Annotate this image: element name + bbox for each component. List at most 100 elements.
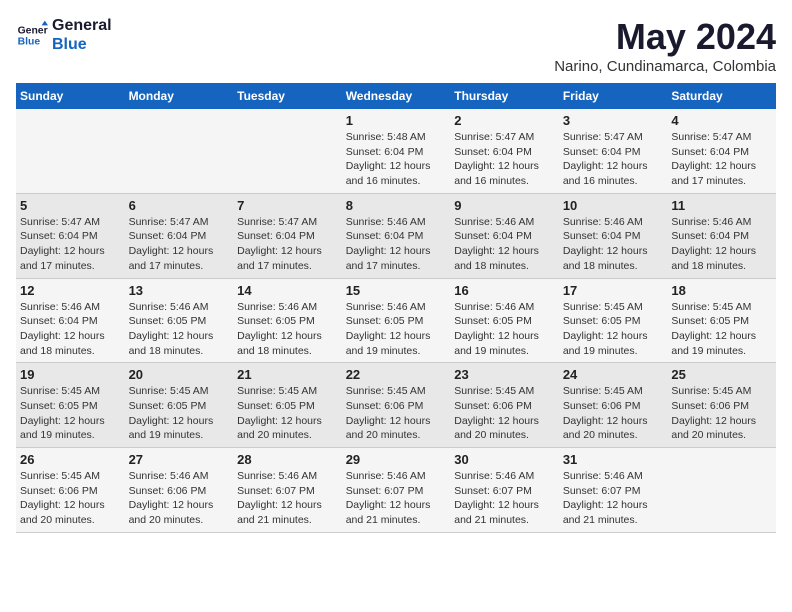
calendar-cell (125, 109, 234, 193)
week-row-2: 5 Sunrise: 5:47 AMSunset: 6:04 PMDaylight… (16, 193, 776, 278)
calendar-cell: 10 Sunrise: 5:46 AMSunset: 6:04 PMDayligh… (559, 193, 668, 278)
day-number: 18 (671, 283, 772, 298)
calendar-cell: 14 Sunrise: 5:46 AMSunset: 6:05 PMDayligh… (233, 278, 342, 363)
week-row-5: 26 Sunrise: 5:45 AMSunset: 6:06 PMDayligh… (16, 448, 776, 533)
calendar-cell: 9Sunrise: 5:46 AMSunset: 6:04 PMDaylight… (450, 193, 559, 278)
day-number: 28 (237, 452, 338, 467)
day-info: Sunrise: 5:45 AMSunset: 6:06 PMDaylight:… (563, 384, 664, 443)
week-row-3: 12Sunrise: 5:46 AMSunset: 6:04 PMDayligh… (16, 278, 776, 363)
calendar-cell (16, 109, 125, 193)
day-number: 10 (563, 198, 664, 213)
day-info: Sunrise: 5:47 AMSunset: 6:04 PMDaylight:… (237, 215, 338, 274)
calendar-cell: 1Sunrise: 5:48 AMSunset: 6:04 PMDaylight… (342, 109, 451, 193)
day-info: Sunrise: 5:45 AMSunset: 6:05 PMDaylight:… (671, 300, 772, 359)
calendar-cell: 20 Sunrise: 5:45 AMSunset: 6:05 PMDayligh… (125, 363, 234, 448)
day-number: 27 (129, 452, 230, 467)
day-info: Sunrise: 5:45 AMSunset: 6:06 PMDaylight:… (346, 384, 447, 443)
calendar-cell: 24Sunrise: 5:45 AMSunset: 6:06 PMDayligh… (559, 363, 668, 448)
day-info: Sunrise: 5:45 AMSunset: 6:05 PMDaylight:… (237, 384, 338, 443)
calendar-cell: 21 Sunrise: 5:45 AMSunset: 6:05 PMDayligh… (233, 363, 342, 448)
day-number: 25 (671, 367, 772, 382)
day-number: 6 (129, 198, 230, 213)
day-info: Sunrise: 5:46 AMSunset: 6:05 PMDaylight:… (454, 300, 555, 359)
day-number: 13 (129, 283, 230, 298)
day-info: Sunrise: 5:46 AMSunset: 6:04 PMDaylight:… (346, 215, 447, 274)
calendar-cell: 25 Sunrise: 5:45 AMSunset: 6:06 PMDayligh… (667, 363, 776, 448)
weekday-header-monday: Monday (125, 83, 234, 109)
day-number: 14 (237, 283, 338, 298)
weekday-header-tuesday: Tuesday (233, 83, 342, 109)
title-block: May 2024 Narino, Cundinamarca, Colombia (554, 16, 776, 75)
main-title: May 2024 (554, 16, 776, 58)
logo-line1: General (52, 16, 112, 35)
day-info: Sunrise: 5:45 AMSunset: 6:06 PMDaylight:… (671, 384, 772, 443)
calendar-cell: 13 Sunrise: 5:46 AMSunset: 6:05 PMDayligh… (125, 278, 234, 363)
week-row-1: 1Sunrise: 5:48 AMSunset: 6:04 PMDaylight… (16, 109, 776, 193)
calendar-cell: 23Sunrise: 5:45 AMSunset: 6:06 PMDayligh… (450, 363, 559, 448)
calendar-cell (667, 448, 776, 533)
day-info: Sunrise: 5:46 AMSunset: 6:07 PMDaylight:… (454, 469, 555, 528)
calendar-cell: 19Sunrise: 5:45 AMSunset: 6:05 PMDayligh… (16, 363, 125, 448)
weekday-header-saturday: Saturday (667, 83, 776, 109)
day-number: 21 (237, 367, 338, 382)
calendar-cell: 12Sunrise: 5:46 AMSunset: 6:04 PMDayligh… (16, 278, 125, 363)
day-number: 15 (346, 283, 447, 298)
day-info: Sunrise: 5:46 AMSunset: 6:05 PMDaylight:… (129, 300, 230, 359)
day-info: Sunrise: 5:46 AMSunset: 6:05 PMDaylight:… (237, 300, 338, 359)
day-info: Sunrise: 5:48 AMSunset: 6:04 PMDaylight:… (346, 130, 447, 189)
day-number: 5 (20, 198, 121, 213)
calendar-cell: 15 Sunrise: 5:46 AMSunset: 6:05 PMDayligh… (342, 278, 451, 363)
day-number: 2 (454, 113, 555, 128)
day-info: Sunrise: 5:47 AMSunset: 6:04 PMDaylight:… (20, 215, 121, 274)
calendar-cell: 8Sunrise: 5:46 AMSunset: 6:04 PMDaylight… (342, 193, 451, 278)
calendar-cell: 5 Sunrise: 5:47 AMSunset: 6:04 PMDaylight… (16, 193, 125, 278)
calendar-table: SundayMondayTuesdayWednesdayThursdayFrid… (16, 83, 776, 533)
day-info: Sunrise: 5:47 AMSunset: 6:04 PMDaylight:… (671, 130, 772, 189)
day-number: 31 (563, 452, 664, 467)
calendar-cell: 16 Sunrise: 5:46 AMSunset: 6:05 PMDayligh… (450, 278, 559, 363)
day-info: Sunrise: 5:46 AMSunset: 6:07 PMDaylight:… (563, 469, 664, 528)
day-info: Sunrise: 5:46 AMSunset: 6:07 PMDaylight:… (237, 469, 338, 528)
weekday-header-sunday: Sunday (16, 83, 125, 109)
day-number: 29 (346, 452, 447, 467)
day-number: 4 (671, 113, 772, 128)
day-info: Sunrise: 5:46 AMSunset: 6:04 PMDaylight:… (563, 215, 664, 274)
day-number: 26 (20, 452, 121, 467)
logo: General Blue General Blue (16, 16, 112, 54)
day-info: Sunrise: 5:45 AMSunset: 6:06 PMDaylight:… (20, 469, 121, 528)
weekday-header-friday: Friday (559, 83, 668, 109)
calendar-cell: 28 Sunrise: 5:46 AMSunset: 6:07 PMDayligh… (233, 448, 342, 533)
day-number: 7 (237, 198, 338, 213)
day-number: 3 (563, 113, 664, 128)
svg-text:General: General (18, 26, 48, 37)
calendar-cell: 22Sunrise: 5:45 AMSunset: 6:06 PMDayligh… (342, 363, 451, 448)
day-number: 30 (454, 452, 555, 467)
day-info: Sunrise: 5:46 AMSunset: 6:04 PMDaylight:… (671, 215, 772, 274)
calendar-cell: 7 Sunrise: 5:47 AMSunset: 6:04 PMDaylight… (233, 193, 342, 278)
calendar-cell: 3 Sunrise: 5:47 AMSunset: 6:04 PMDaylight… (559, 109, 668, 193)
day-info: Sunrise: 5:47 AMSunset: 6:04 PMDaylight:… (454, 130, 555, 189)
day-number: 12 (20, 283, 121, 298)
calendar-cell: 18 Sunrise: 5:45 AMSunset: 6:05 PMDayligh… (667, 278, 776, 363)
calendar-cell: 6 Sunrise: 5:47 AMSunset: 6:04 PMDaylight… (125, 193, 234, 278)
day-info: Sunrise: 5:45 AMSunset: 6:05 PMDaylight:… (129, 384, 230, 443)
calendar-cell: 31 Sunrise: 5:46 AMSunset: 6:07 PMDayligh… (559, 448, 668, 533)
day-number: 19 (20, 367, 121, 382)
day-info: Sunrise: 5:47 AMSunset: 6:04 PMDaylight:… (563, 130, 664, 189)
calendar-cell: 30 Sunrise: 5:46 AMSunset: 6:07 PMDayligh… (450, 448, 559, 533)
calendar-cell: 4 Sunrise: 5:47 AMSunset: 6:04 PMDaylight… (667, 109, 776, 193)
calendar-cell: 17Sunrise: 5:45 AMSunset: 6:05 PMDayligh… (559, 278, 668, 363)
day-number: 23 (454, 367, 555, 382)
day-number: 20 (129, 367, 230, 382)
day-info: Sunrise: 5:46 AMSunset: 6:05 PMDaylight:… (346, 300, 447, 359)
day-number: 16 (454, 283, 555, 298)
day-info: Sunrise: 5:47 AMSunset: 6:04 PMDaylight:… (129, 215, 230, 274)
calendar-cell: 29Sunrise: 5:46 AMSunset: 6:07 PMDayligh… (342, 448, 451, 533)
calendar-cell: 26 Sunrise: 5:45 AMSunset: 6:06 PMDayligh… (16, 448, 125, 533)
weekday-header-wednesday: Wednesday (342, 83, 451, 109)
day-info: Sunrise: 5:46 AMSunset: 6:06 PMDaylight:… (129, 469, 230, 528)
page-header: General Blue General Blue May 2024 Narin… (16, 16, 776, 75)
calendar-cell: 27 Sunrise: 5:46 AMSunset: 6:06 PMDayligh… (125, 448, 234, 533)
calendar-cell: 11Sunrise: 5:46 AMSunset: 6:04 PMDayligh… (667, 193, 776, 278)
day-number: 17 (563, 283, 664, 298)
